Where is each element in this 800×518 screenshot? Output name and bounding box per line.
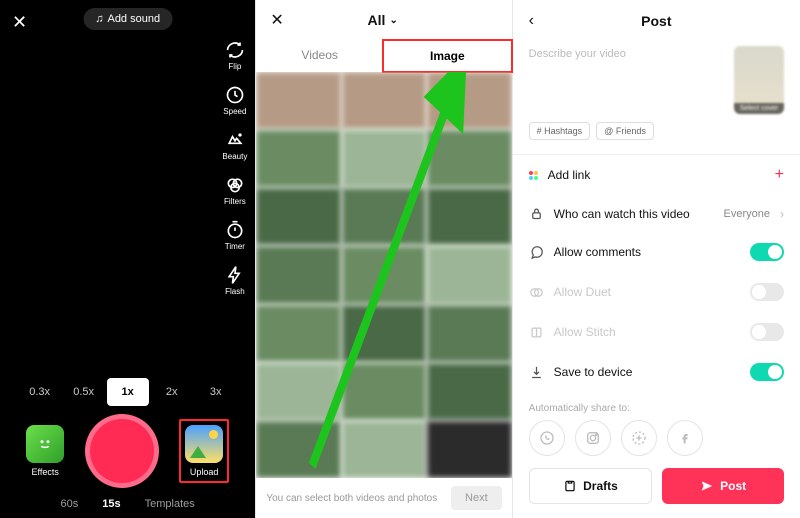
stitch-icon <box>529 325 544 340</box>
privacy-option[interactable]: Who can watch this video Everyone › <box>529 195 784 232</box>
post-icon <box>700 479 714 493</box>
media-thumb[interactable] <box>427 305 511 362</box>
gallery-hint: You can select both videos and photos <box>266 493 437 504</box>
media-thumb[interactable] <box>256 305 340 362</box>
media-thumb[interactable] <box>342 72 426 129</box>
record-button[interactable] <box>85 414 159 488</box>
zoom-0-5x[interactable]: 0.5x <box>63 378 105 406</box>
chevron-down-icon: ⌄ <box>389 15 397 26</box>
media-thumb[interactable] <box>427 246 511 303</box>
upload-icon <box>185 425 223 463</box>
close-icon[interactable]: ✕ <box>12 12 27 33</box>
camera-viewfinder <box>0 40 255 372</box>
media-thumb[interactable] <box>427 130 511 187</box>
auto-share-label: Automatically share to: <box>529 403 784 414</box>
tab-image[interactable]: Image <box>382 39 513 73</box>
select-cover-label: Select cover <box>734 103 784 114</box>
speed-icon <box>225 85 245 105</box>
zoom-row: 0.3x 0.5x 1x 2x 3x <box>0 378 255 406</box>
media-thumb[interactable] <box>427 421 511 478</box>
media-thumb[interactable] <box>427 188 511 245</box>
mode-15s[interactable]: 15s <box>102 498 120 510</box>
media-thumb[interactable] <box>256 130 340 187</box>
zoom-3x[interactable]: 3x <box>195 378 237 406</box>
add-link-icon <box>529 171 538 180</box>
filters-icon <box>225 175 245 195</box>
camera-screen: ✕ ♫ Add sound Flip Speed Beauty Filters <box>0 0 256 518</box>
add-sound-label: Add sound <box>107 13 160 25</box>
media-thumb[interactable] <box>256 363 340 420</box>
share-instagram-icon[interactable] <box>575 420 611 456</box>
filters-tool[interactable]: Filters <box>224 175 246 206</box>
effects-button[interactable]: Effects <box>26 425 64 477</box>
comments-option[interactable]: Allow comments <box>529 232 784 272</box>
page-title: Post <box>641 13 671 29</box>
duet-toggle <box>750 283 784 301</box>
add-link-option[interactable]: Add link + <box>529 155 784 195</box>
mode-60s[interactable]: 60s <box>61 498 79 510</box>
upload-button[interactable]: Upload <box>185 425 223 477</box>
stitch-toggle <box>750 323 784 341</box>
media-thumb[interactable] <box>427 363 511 420</box>
next-button[interactable]: Next <box>451 486 502 510</box>
media-thumb[interactable] <box>256 421 340 478</box>
share-facebook-icon[interactable] <box>667 420 703 456</box>
chevron-right-icon: › <box>780 207 784 221</box>
flip-tool[interactable]: Flip <box>225 40 245 71</box>
duet-icon <box>529 285 544 300</box>
comments-toggle[interactable] <box>750 243 784 261</box>
hashtags-chip[interactable]: # Hashtags <box>529 122 591 140</box>
close-icon[interactable]: ✕ <box>270 10 283 30</box>
lock-icon <box>529 206 544 221</box>
save-to-device-option[interactable]: Save to device <box>529 352 784 392</box>
beauty-icon <box>225 130 245 150</box>
media-grid <box>256 72 511 478</box>
post-button[interactable]: Post <box>662 468 784 504</box>
media-thumb[interactable] <box>256 72 340 129</box>
friends-chip[interactable]: @ Friends <box>596 122 654 140</box>
add-sound-button[interactable]: ♫ Add sound <box>83 8 172 30</box>
save-toggle[interactable] <box>750 363 784 381</box>
share-whatsapp-icon[interactable] <box>529 420 565 456</box>
cover-preview[interactable]: Select cover <box>734 46 784 114</box>
drafts-icon <box>563 479 577 493</box>
gallery-screen: ✕ All ⌄ Videos Image You can selec <box>256 0 512 518</box>
media-thumb[interactable] <box>342 363 426 420</box>
zoom-1x[interactable]: 1x <box>107 378 149 406</box>
flash-tool[interactable]: Flash <box>225 265 245 296</box>
media-thumb[interactable] <box>342 188 426 245</box>
music-note-icon: ♫ <box>95 13 103 25</box>
back-icon[interactable]: ‹ <box>529 12 534 30</box>
post-screen: ‹ Post Describe your video Select cover … <box>513 0 800 518</box>
media-thumb[interactable] <box>427 72 511 129</box>
zoom-0-3x[interactable]: 0.3x <box>19 378 61 406</box>
timer-tool[interactable]: Timer <box>225 220 245 251</box>
zoom-2x[interactable]: 2x <box>151 378 193 406</box>
flash-icon <box>225 265 245 285</box>
media-thumb[interactable] <box>256 246 340 303</box>
media-thumb[interactable] <box>342 305 426 362</box>
media-thumb[interactable] <box>256 188 340 245</box>
speed-tool[interactable]: Speed <box>223 85 246 116</box>
duet-option: Allow Duet <box>529 272 784 312</box>
share-more-icon[interactable] <box>621 420 657 456</box>
download-icon <box>529 365 544 380</box>
media-thumb[interactable] <box>342 246 426 303</box>
beauty-tool[interactable]: Beauty <box>222 130 247 161</box>
media-thumb[interactable] <box>342 421 426 478</box>
comment-icon <box>529 245 544 260</box>
effects-icon <box>26 425 64 463</box>
plus-icon: + <box>775 166 784 184</box>
media-thumb[interactable] <box>342 130 426 187</box>
gallery-folder-selector[interactable]: All ⌄ <box>368 12 398 28</box>
flip-icon <box>225 40 245 60</box>
mode-templates[interactable]: Templates <box>145 498 195 510</box>
stitch-option: Allow Stitch <box>529 312 784 352</box>
timer-icon <box>225 220 245 240</box>
description-input[interactable]: Describe your video <box>529 46 724 114</box>
drafts-button[interactable]: Drafts <box>529 468 653 504</box>
tab-videos[interactable]: Videos <box>256 40 383 72</box>
